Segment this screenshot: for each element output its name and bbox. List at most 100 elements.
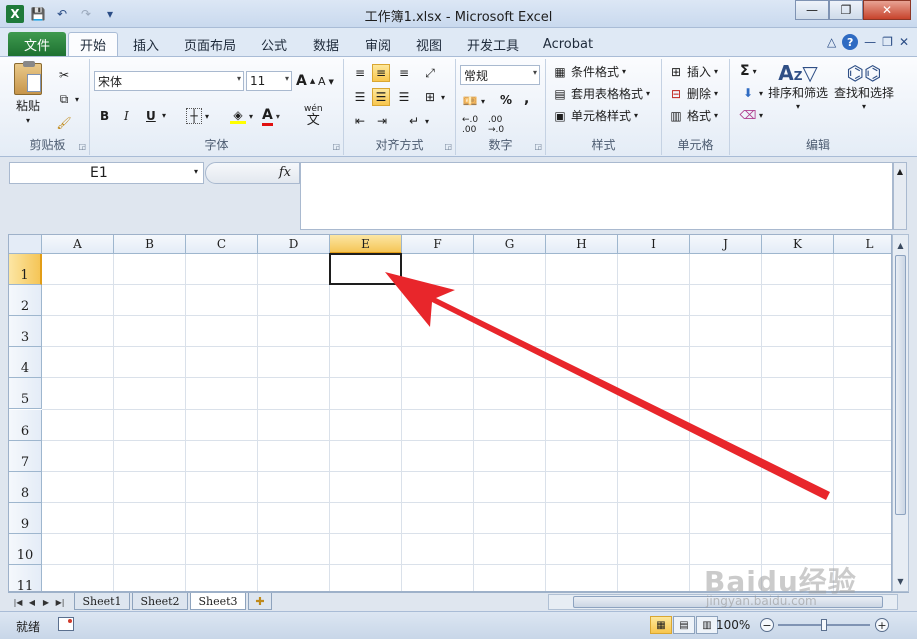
expand-formula-icon[interactable]: ▲ — [893, 162, 907, 230]
zoom-out-icon[interactable]: − — [760, 618, 774, 632]
insert-cells-button[interactable]: ⊞ 插入 ▾ — [668, 63, 718, 80]
scroll-up-icon[interactable]: ▲ — [893, 237, 908, 253]
find-select-button[interactable]: ⌬⌬ 查找和选择 ▾ — [834, 63, 894, 111]
sort-filter-button[interactable]: AZ▽ 排序和筛选 ▾ — [768, 63, 828, 111]
next-sheet-icon[interactable]: ▶ — [40, 595, 52, 609]
autosum-button[interactable]: Σ ▾ — [740, 63, 757, 79]
name-box-dropdown-icon[interactable]: ▾ — [194, 167, 198, 176]
vertical-scrollbar[interactable]: ▲ ▼ — [892, 234, 909, 592]
vertical-scroll-thumb[interactable] — [895, 255, 906, 515]
fill-handle[interactable] — [399, 282, 404, 288]
decrease-indent-icon[interactable]: ⇤ — [352, 113, 368, 129]
copy-icon[interactable]: ⧉ ▾ — [56, 91, 79, 107]
cut-icon[interactable]: ✂ — [56, 67, 72, 83]
align-bottom-icon[interactable]: ≡ — [396, 65, 412, 81]
format-as-table-button[interactable]: ▤ 套用表格格式 ▾ — [552, 85, 650, 102]
currency-icon[interactable]: 💴 ▾ — [462, 93, 486, 109]
merge-center-icon[interactable]: ⊞ ▾ — [422, 89, 445, 105]
close-button[interactable]: ✕ — [863, 0, 911, 20]
shrink-font-button[interactable]: A ▼ — [318, 75, 334, 88]
align-center-icon[interactable]: ☰ — [372, 88, 390, 106]
tab-home[interactable]: 开始 — [68, 32, 118, 56]
formula-input[interactable] — [300, 162, 893, 230]
zoom-slider-knob[interactable] — [821, 619, 827, 631]
restore-button[interactable]: ❐ — [829, 0, 863, 20]
help-icon[interactable]: ? — [842, 34, 859, 50]
tab-insert[interactable]: 插入 — [128, 32, 164, 56]
number-launcher-icon[interactable]: ◲ — [534, 142, 542, 151]
tab-data[interactable]: 数据 — [308, 32, 344, 56]
alignment-launcher-icon[interactable]: ◲ — [444, 142, 452, 151]
column-header[interactable]: D — [258, 235, 330, 254]
clipboard-launcher-icon[interactable]: ◲ — [78, 142, 86, 151]
workbook-restore-icon[interactable]: ❐ — [882, 35, 893, 49]
font-color-icon[interactable]: A ▾ — [262, 107, 280, 126]
page-layout-view-icon[interactable]: ▤ — [673, 616, 695, 634]
border-icon[interactable]: ┼ ▾ — [186, 108, 209, 124]
decrease-decimal-icon[interactable]: .00 →.0 — [488, 115, 504, 135]
row-header[interactable]: 5 — [9, 378, 42, 410]
column-header[interactable]: L — [834, 235, 891, 254]
first-sheet-icon[interactable]: |◀ — [12, 595, 24, 609]
page-break-view-icon[interactable]: ▥ — [696, 616, 718, 634]
column-header[interactable]: A — [42, 235, 114, 254]
workbook-minimize-icon[interactable]: — — [864, 35, 876, 49]
tab-developer[interactable]: 开发工具 — [463, 32, 523, 56]
grow-font-button[interactable]: A ▲ — [296, 73, 315, 89]
minimize-ribbon-icon[interactable]: △ — [827, 35, 836, 49]
sheet-tab[interactable]: Sheet2 — [132, 593, 188, 610]
workbook-close-icon[interactable]: ✕ — [899, 35, 909, 49]
align-top-icon[interactable]: ≡ — [352, 65, 368, 81]
insert-sheet-icon[interactable]: ✚ — [248, 593, 272, 610]
row-header[interactable]: 2 — [9, 285, 42, 317]
worksheet-grid[interactable]: ABCDEFGHIJKL123456789101112 — [8, 234, 892, 592]
column-header[interactable]: G — [474, 235, 546, 254]
name-box[interactable]: E1 ▾ — [9, 162, 204, 184]
phonetic-icon[interactable]: wén 文 — [304, 105, 323, 128]
font-size-combo[interactable]: 11 ▾ — [246, 71, 292, 91]
percent-button[interactable]: % — [500, 93, 512, 107]
orientation-icon[interactable]: ⤢ — [422, 65, 438, 81]
number-format-combo[interactable]: 常规 ▾ — [460, 65, 540, 85]
normal-view-icon[interactable]: ▦ — [650, 616, 672, 634]
sheet-tab-active[interactable]: Sheet3 — [190, 593, 246, 610]
active-cell[interactable] — [329, 253, 402, 286]
underline-button[interactable]: U — [146, 109, 156, 123]
row-header[interactable]: 6 — [9, 409, 42, 441]
column-header[interactable]: J — [690, 235, 762, 254]
column-header[interactable]: B — [114, 235, 186, 254]
align-middle-icon[interactable]: ≡ — [372, 64, 390, 82]
increase-indent-icon[interactable]: ⇥ — [374, 113, 390, 129]
macro-record-icon[interactable] — [58, 617, 74, 631]
delete-cells-button[interactable]: ⊟ 删除 ▾ — [668, 85, 718, 102]
font-name-combo[interactable]: 宋体 ▾ — [94, 71, 244, 91]
column-header[interactable]: E — [330, 235, 402, 254]
fill-color-icon[interactable]: ◈ ▾ — [230, 108, 253, 124]
prev-sheet-icon[interactable]: ◀ — [26, 595, 38, 609]
row-header[interactable]: 1 — [9, 254, 42, 286]
align-left-icon[interactable]: ☰ — [352, 89, 368, 105]
bold-button[interactable]: B — [100, 109, 109, 123]
tab-formulas[interactable]: 公式 — [256, 32, 292, 56]
row-header[interactable]: 10 — [9, 533, 42, 565]
column-header[interactable]: K — [762, 235, 834, 254]
wrap-text-icon[interactable]: ↵ ▾ — [406, 113, 429, 129]
insert-function-icon[interactable]: fx — [279, 165, 291, 180]
column-header[interactable]: I — [618, 235, 690, 254]
sheet-tab[interactable]: Sheet1 — [74, 593, 130, 610]
cell-styles-button[interactable]: ▣ 单元格样式 ▾ — [552, 107, 638, 124]
fill-icon[interactable]: ⬇ ▾ — [740, 85, 763, 101]
font-launcher-icon[interactable]: ◲ — [332, 142, 340, 151]
format-cells-button[interactable]: ▥ 格式 ▾ — [668, 107, 718, 124]
row-header[interactable]: 9 — [9, 502, 42, 534]
tab-acrobat[interactable]: Acrobat — [540, 32, 596, 56]
row-header[interactable]: 11 — [9, 565, 42, 591]
tab-file[interactable]: 文件 — [8, 32, 66, 56]
conditional-formatting-button[interactable]: ▦ 条件格式 ▾ — [552, 63, 626, 80]
column-header[interactable]: F — [402, 235, 474, 254]
minimize-button[interactable]: — — [795, 0, 829, 20]
italic-button[interactable]: I — [124, 109, 129, 123]
last-sheet-icon[interactable]: ▶| — [54, 595, 66, 609]
scroll-down-icon[interactable]: ▼ — [893, 573, 908, 589]
increase-decimal-icon[interactable]: ←.0.00 — [462, 115, 478, 135]
